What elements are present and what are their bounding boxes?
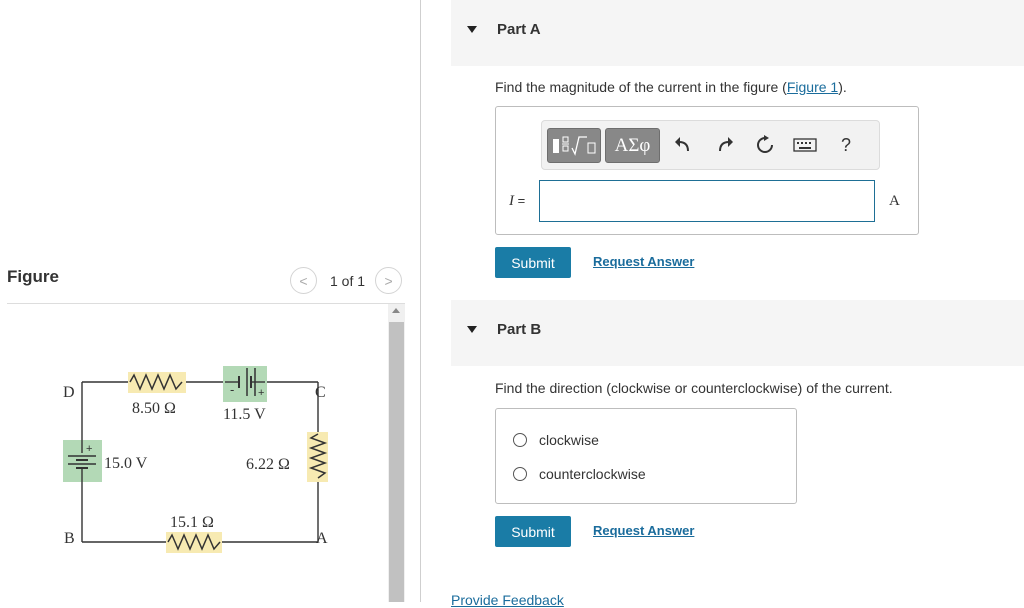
- part-a-label: Part A: [497, 21, 541, 38]
- unit-label: A: [889, 193, 900, 209]
- resistor-right-bg: [307, 432, 328, 482]
- caret-down-icon: [467, 326, 477, 333]
- figure-pager: < 1 of 1 >: [290, 267, 403, 294]
- part-b-prompt: Find the direction (clockwise or counter…: [495, 380, 893, 396]
- node-label-c: C: [315, 384, 326, 401]
- variable-label: I =: [509, 193, 526, 209]
- resistor-bottom-label: 15.1 Ω: [170, 514, 214, 531]
- templates-button[interactable]: [547, 128, 601, 163]
- part-b-submit-button[interactable]: Submit: [495, 516, 571, 547]
- greek-symbols-button[interactable]: ΑΣφ: [605, 128, 660, 163]
- choice-counterclockwise[interactable]: counterclockwise: [513, 466, 646, 482]
- choice-clockwise[interactable]: clockwise: [513, 432, 599, 448]
- part-a-submit-button[interactable]: Submit: [495, 247, 571, 278]
- undo-icon: [675, 137, 689, 152]
- part-b-request-answer-link[interactable]: Request Answer: [593, 523, 694, 538]
- reset-icon: [757, 135, 773, 153]
- part-b-label: Part B: [497, 321, 542, 338]
- help-icon: ?: [840, 134, 851, 155]
- node-label-d: D: [63, 384, 75, 401]
- pager-count: 1 of 1: [330, 272, 366, 289]
- current-answer-input[interactable]: [539, 180, 875, 222]
- provide-feedback-link[interactable]: Provide Feedback: [451, 592, 564, 608]
- node-label-a: A: [316, 530, 328, 547]
- battery-left-plus: +: [86, 443, 92, 455]
- direction-choices: clockwise counterclockwise: [495, 408, 797, 504]
- prev-figure-button[interactable]: <: [290, 267, 317, 294]
- math-toolbar: ΑΣφ ?: [541, 120, 880, 170]
- circuit-diagram: - + + D C B A 8.50 Ω 11.5 V 15.0 V 6.22 …: [63, 366, 328, 553]
- figure-title: Figure: [7, 267, 59, 286]
- redo-button[interactable]: [713, 133, 737, 157]
- figure-link[interactable]: Figure 1: [787, 79, 838, 95]
- redo-icon: [719, 137, 733, 152]
- keyboard-button[interactable]: [792, 133, 818, 157]
- scroll-up-icon[interactable]: [392, 308, 400, 313]
- caret-down-icon: [467, 26, 477, 33]
- radio-button[interactable]: [513, 467, 527, 481]
- chevron-right-icon: >: [384, 272, 393, 289]
- part-a-request-answer-link[interactable]: Request Answer: [593, 254, 694, 269]
- answer-box: ΑΣφ ? I = A: [495, 106, 919, 235]
- radio-button[interactable]: [513, 433, 527, 447]
- reset-button[interactable]: [753, 133, 777, 157]
- undo-button[interactable]: [671, 133, 695, 157]
- resistor-right-label: 6.22 Ω: [246, 456, 290, 473]
- figure-scrollbar[interactable]: [388, 304, 405, 602]
- help-button[interactable]: ?: [834, 133, 858, 157]
- battery-top-label: 11.5 V: [223, 406, 266, 423]
- panel-divider: [420, 0, 421, 602]
- chevron-left-icon: <: [299, 272, 308, 289]
- part-a-header[interactable]: Part A: [451, 0, 1024, 66]
- figure-divider: [7, 303, 405, 304]
- templates-icon: [553, 135, 596, 156]
- resistor-top-label: 8.50 Ω: [132, 400, 176, 417]
- battery-top-minus: -: [230, 382, 234, 397]
- battery-top-plus: +: [258, 387, 264, 399]
- part-a-prompt: Find the magnitude of the current in the…: [495, 79, 847, 95]
- part-b-header[interactable]: Part B: [451, 300, 1024, 366]
- scroll-thumb[interactable]: [389, 322, 404, 602]
- node-label-b: B: [64, 530, 75, 547]
- keyboard-icon: [793, 138, 817, 152]
- battery-left-label: 15.0 V: [104, 455, 148, 472]
- next-figure-button[interactable]: >: [375, 267, 403, 294]
